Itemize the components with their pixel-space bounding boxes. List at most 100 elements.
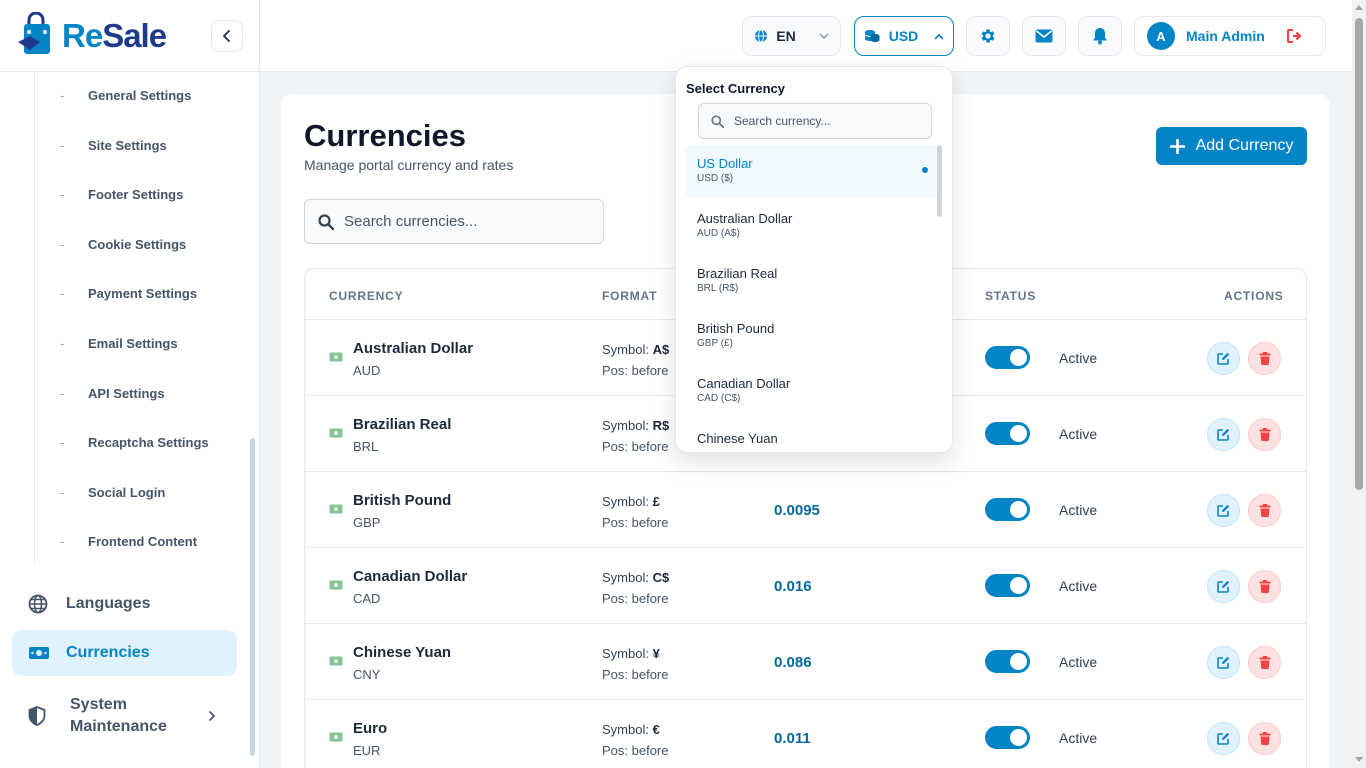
dash: -	[60, 186, 65, 202]
status-toggle[interactable]	[985, 346, 1030, 369]
currency-option-cny[interactable]: Chinese Yuan	[686, 420, 938, 452]
delete-button[interactable]	[1248, 646, 1281, 679]
currency-name: Canadian Dollar	[353, 568, 468, 585]
money-bill-icon	[329, 656, 343, 666]
symbol-label: Symbol:	[602, 570, 653, 585]
logout-icon[interactable]	[1286, 29, 1303, 43]
currency-option-cad[interactable]: Canadian Dollar CAD (C$)	[686, 365, 938, 417]
sidebar-item-label: Languages	[66, 595, 151, 612]
sidebar-item-footer-settings[interactable]: - Footer Settings	[60, 182, 183, 206]
exchange-rate: 0.0095	[774, 502, 820, 519]
dash: -	[60, 434, 65, 450]
delete-button[interactable]	[1248, 494, 1281, 527]
sidebar-item-label-line2: Maintenance	[70, 718, 167, 735]
search-box	[304, 199, 604, 244]
sidebar-scrollbar[interactable]	[250, 438, 255, 756]
status-toggle[interactable]	[985, 650, 1030, 673]
status-toggle[interactable]	[985, 422, 1030, 445]
currency-dropdown: Select Currency US Dollar USD ($) Austra…	[675, 66, 953, 453]
sidebar-collapse-button[interactable]	[211, 20, 243, 52]
delete-button[interactable]	[1248, 342, 1281, 375]
user-menu[interactable]: A Main Admin	[1134, 16, 1326, 56]
delete-button[interactable]	[1248, 570, 1281, 603]
symbol-label: Symbol:	[602, 342, 653, 357]
exchange-rate: 0.086	[774, 654, 812, 671]
currency-selector[interactable]: USD	[854, 16, 954, 56]
sidebar-item-recaptcha-settings[interactable]: - Recaptcha Settings	[60, 430, 209, 454]
edit-button[interactable]	[1207, 570, 1240, 603]
trash-icon	[1259, 504, 1270, 517]
status-toggle[interactable]	[985, 574, 1030, 597]
sidebar-item-currencies[interactable]: Currencies	[12, 630, 237, 676]
gear-icon	[981, 29, 995, 43]
currency-option-usd[interactable]: US Dollar USD ($)	[686, 145, 938, 197]
trash-icon	[1259, 352, 1270, 365]
edit-button[interactable]	[1207, 342, 1240, 375]
currency-symbol: Symbol: €	[602, 722, 660, 737]
page-scrollbar[interactable]	[1352, 0, 1366, 768]
search-icon	[711, 114, 724, 128]
edit-button[interactable]	[1207, 646, 1240, 679]
delete-button[interactable]	[1248, 418, 1281, 451]
page-title: Currencies	[304, 118, 466, 153]
sidebar-item-email-settings[interactable]: - Email Settings	[60, 331, 178, 355]
chevron-left-icon	[223, 30, 230, 42]
symbol-value: C$	[652, 570, 670, 585]
messages-button[interactable]	[1022, 16, 1066, 56]
user-name: Main Admin	[1186, 28, 1265, 44]
sidebar-item-frontend-content[interactable]: - Frontend Content	[60, 529, 197, 553]
delete-button[interactable]	[1248, 722, 1281, 755]
notifications-button[interactable]	[1078, 16, 1122, 56]
edit-button[interactable]	[1207, 722, 1240, 755]
currency-label: USD	[888, 28, 919, 44]
status-toggle[interactable]	[985, 498, 1030, 521]
sidebar-item-label: General Settings	[88, 87, 192, 103]
sidebar-item-cookie-settings[interactable]: - Cookie Settings	[60, 232, 186, 256]
dash: -	[60, 137, 65, 153]
shield-icon	[28, 706, 54, 726]
logo-text: ReSale	[62, 16, 167, 54]
sidebar-header: ReSale	[0, 0, 259, 72]
currency-search-input[interactable]	[734, 114, 924, 128]
table-row: Chinese Yuan CNY Symbol: ¥ Pos: before 0…	[305, 623, 1306, 699]
currency-symbol: Symbol: A$	[602, 342, 669, 357]
edit-icon	[1217, 732, 1230, 745]
status-text: Active	[1059, 730, 1098, 746]
page-subtitle: Manage portal currency and rates	[304, 157, 514, 173]
scroll-up-arrow-icon[interactable]	[1355, 4, 1363, 10]
sidebar-item-payment-settings[interactable]: - Payment Settings	[60, 281, 197, 305]
language-selector[interactable]: EN	[742, 16, 841, 56]
settings-button[interactable]	[966, 16, 1010, 56]
dropdown-scrollbar[interactable]	[937, 145, 942, 217]
logo[interactable]: ReSale	[16, 12, 167, 58]
currency-option-gbp[interactable]: British Pound GBP (£)	[686, 310, 938, 362]
sidebar-item-social-login[interactable]: - Social Login	[60, 480, 165, 504]
dropdown-title: Select Currency	[686, 81, 785, 96]
sidebar-item-site-settings[interactable]: - Site Settings	[60, 133, 167, 157]
column-header-format: FORMAT	[602, 289, 658, 303]
scroll-down-arrow-icon[interactable]	[1355, 757, 1363, 763]
status-toggle[interactable]	[985, 726, 1030, 749]
sidebar-item-label: Frontend Content	[88, 533, 198, 549]
currency-symbol: Symbol: R$	[602, 418, 669, 433]
sidebar-item-languages[interactable]: Languages	[12, 582, 237, 626]
currency-option-brl[interactable]: Brazilian Real BRL (R$)	[686, 255, 938, 307]
trash-icon	[1259, 580, 1270, 593]
edit-button[interactable]	[1207, 494, 1240, 527]
currency-code: AUD	[353, 363, 381, 378]
sidebar-item-api-settings[interactable]: - API Settings	[60, 381, 165, 405]
sidebar-item-label: Site Settings	[88, 137, 167, 153]
scrollbar-thumb[interactable]	[1355, 18, 1363, 490]
trash-icon	[1259, 428, 1270, 441]
sidebar-item-system-maintenance[interactable]: System Maintenance	[12, 688, 237, 744]
option-code: BRL (R$)	[697, 283, 739, 294]
logo-text-re: Re	[62, 16, 103, 54]
sidebar-item-general-settings[interactable]: - General Settings	[60, 83, 191, 107]
add-currency-button[interactable]: Add Currency	[1156, 127, 1307, 165]
status-text: Active	[1059, 654, 1098, 670]
coins-icon	[864, 29, 880, 43]
sidebar-item-label: Payment Settings	[88, 285, 198, 301]
edit-button[interactable]	[1207, 418, 1240, 451]
currency-option-aud[interactable]: Australian Dollar AUD (A$)	[686, 200, 938, 252]
search-input[interactable]	[344, 213, 584, 230]
